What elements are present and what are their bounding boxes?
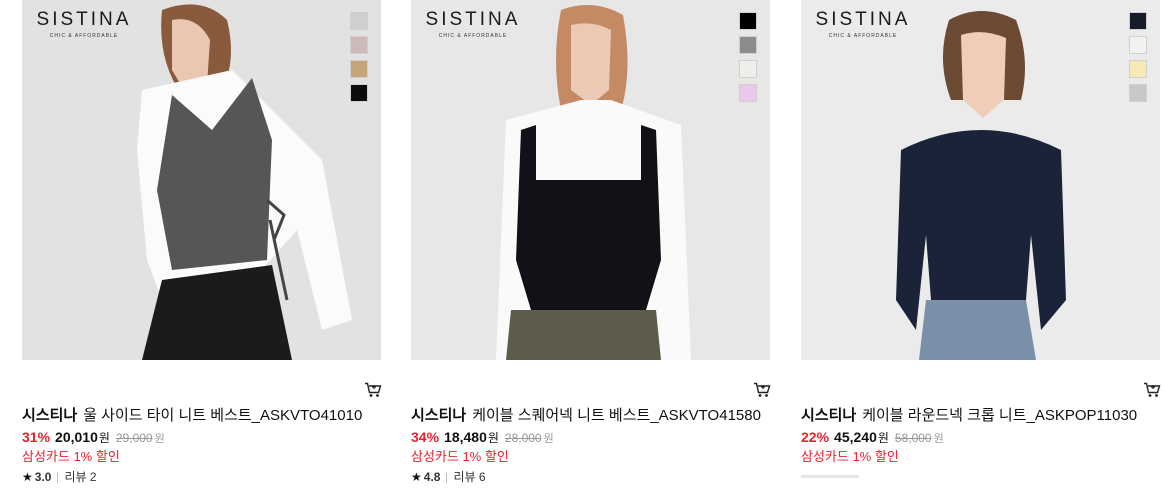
product-title[interactable]: 시스티나 케이블 라운드넥 크롭 니트_ASKPOP11030 <box>801 406 1161 426</box>
rating-value: 4.8 <box>423 470 441 484</box>
model-photo <box>22 0 381 360</box>
discount-rate: 22% <box>801 429 830 445</box>
color-swatch[interactable] <box>1129 84 1147 102</box>
price-row: 22% 45,240원 58,000 원 <box>801 428 1161 448</box>
card-promo: 삼성카드 1% 할인 <box>22 449 120 464</box>
product-grid: SISTINA CHIC & AFFORDABLE 시스티나 울 사이드 타이 니… <box>0 0 1163 489</box>
price-row: 34% 18,480원 28,000 원 <box>411 428 771 448</box>
card-promo: 삼성카드 1% 할인 <box>411 449 509 464</box>
original-price: 28,000 <box>504 431 542 445</box>
product-name: 케이블 스퀘어넥 니트 베스트_ASKVTO41580 <box>472 407 761 424</box>
product-title[interactable]: 시스티나 케이블 스퀘어넥 니트 베스트_ASKVTO41580 <box>411 406 771 426</box>
product-brand: 시스티나 <box>801 407 857 424</box>
review-meta: ★ 3.0 리뷰 2 <box>22 469 382 485</box>
card-promo: 삼성카드 1% 할인 <box>801 449 899 464</box>
color-swatch[interactable] <box>350 84 368 102</box>
shopping-cart-icon[interactable] <box>753 382 771 398</box>
currency: 원 <box>487 431 499 445</box>
color-swatch[interactable] <box>1129 60 1147 78</box>
product-card[interactable]: SISTINA CHIC & AFFORDABLE 시스티나 울 사이드 타이 니… <box>22 0 382 489</box>
discount-rate: 31% <box>22 429 51 445</box>
original-price: 29,000 <box>115 431 153 445</box>
product-name: 울 사이드 타이 니트 베스트_ASKVTO41010 <box>83 407 363 424</box>
product-image[interactable]: SISTINA CHIC & AFFORDABLE <box>411 0 770 360</box>
divider <box>57 472 59 483</box>
rating-value: 3.0 <box>34 470 52 484</box>
star-icon: ★ <box>411 470 422 484</box>
color-swatches <box>739 12 757 102</box>
divider <box>446 472 448 483</box>
product-card[interactable]: SISTINA CHIC & AFFORDABLE 시스티나 케이블 스퀘어넥 니… <box>411 0 771 489</box>
original-price: 58,000 <box>894 431 932 445</box>
brand-logo: SISTINA CHIC & AFFORDABLE <box>36 9 132 40</box>
review-count[interactable]: 리뷰 6 <box>453 470 485 484</box>
product-brand: 시스티나 <box>411 407 467 424</box>
color-swatch[interactable] <box>350 60 368 78</box>
loading-placeholder <box>801 475 859 478</box>
brand-logo: SISTINA CHIC & AFFORDABLE <box>425 9 521 40</box>
product-image[interactable]: SISTINA CHIC & AFFORDABLE <box>801 0 1160 360</box>
color-swatch[interactable] <box>739 84 757 102</box>
original-currency: 원 <box>154 433 165 445</box>
price-row: 31% 20,010원 29,000 원 <box>22 428 382 448</box>
sale-price: 45,240 <box>834 429 877 445</box>
model-photo <box>411 0 770 360</box>
color-swatch[interactable] <box>1129 36 1147 54</box>
color-swatch[interactable] <box>739 36 757 54</box>
color-swatch[interactable] <box>739 60 757 78</box>
color-swatch[interactable] <box>1129 12 1147 30</box>
currency: 원 <box>98 431 110 445</box>
sale-price: 20,010 <box>55 429 98 445</box>
discount-rate: 34% <box>411 429 440 445</box>
review-count[interactable]: 리뷰 2 <box>64 470 96 484</box>
star-icon: ★ <box>22 470 33 484</box>
color-swatches <box>350 12 368 102</box>
product-card[interactable]: SISTINA CHIC & AFFORDABLE 시스티나 케이블 라운드넥 크… <box>801 0 1161 489</box>
shopping-cart-icon[interactable] <box>364 382 382 398</box>
product-title[interactable]: 시스티나 울 사이드 타이 니트 베스트_ASKVTO41010 <box>22 406 382 426</box>
product-brand: 시스티나 <box>22 407 78 424</box>
sale-price: 18,480 <box>444 429 487 445</box>
product-name: 케이블 라운드넥 크롭 니트_ASKPOP11030 <box>862 407 1138 424</box>
color-swatch[interactable] <box>350 36 368 54</box>
brand-logo: SISTINA CHIC & AFFORDABLE <box>815 9 911 40</box>
color-swatch[interactable] <box>739 12 757 30</box>
currency: 원 <box>877 431 889 445</box>
model-photo <box>801 0 1160 360</box>
review-meta: ★ 4.8 리뷰 6 <box>411 469 771 485</box>
shopping-cart-icon[interactable] <box>1143 382 1161 398</box>
original-currency: 원 <box>933 433 944 445</box>
product-image[interactable]: SISTINA CHIC & AFFORDABLE <box>22 0 381 360</box>
original-currency: 원 <box>543 433 554 445</box>
color-swatch[interactable] <box>350 12 368 30</box>
color-swatches <box>1129 12 1147 102</box>
